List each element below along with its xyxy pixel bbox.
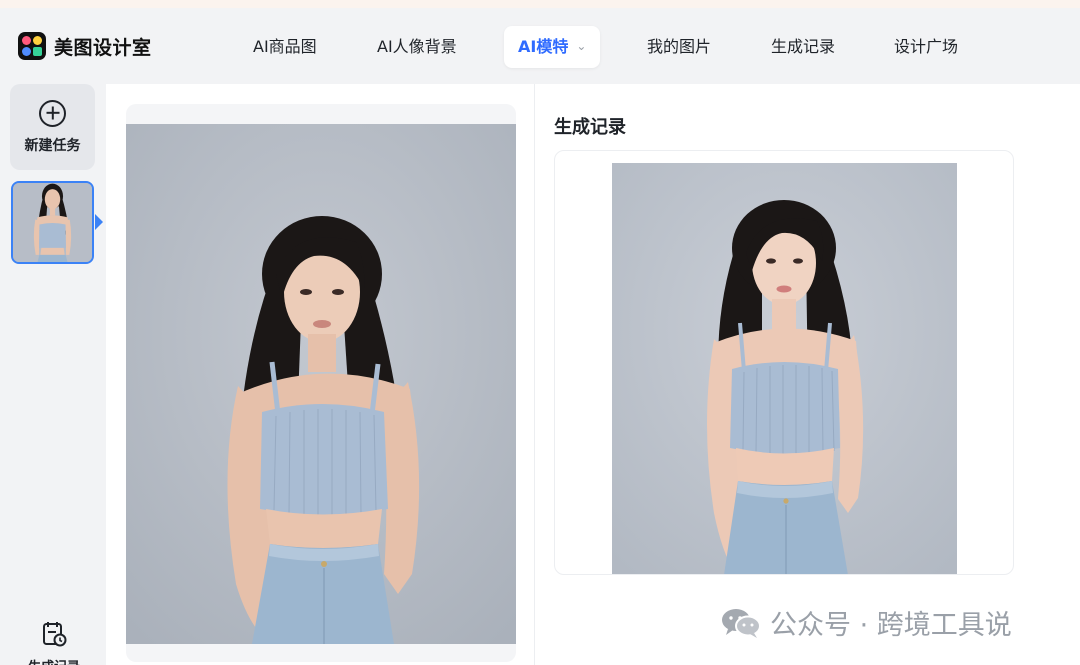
nav-item-ai-model[interactable]: AI模特 ⌄ [504,26,601,68]
history-result-card[interactable] [554,150,1014,575]
app-header: 美图设计室 AI商品图 AI人像背景 AI模特 ⌄ 我的图片 生成记录 设计广场 [0,8,1080,84]
brand-logo-icon [18,32,46,60]
top-strip [0,0,1080,8]
generated-model-image[interactable] [612,163,957,575]
brand-name: 美图设计室 [54,36,152,59]
calendar-clock-icon [43,622,67,647]
model-preview-card [126,104,516,662]
sidebar-history-button[interactable]: 生成记录 [24,620,84,665]
nav-item-design-plaza[interactable]: 设计广场 [894,26,958,68]
left-sidebar: 新建任务 生成记录 [0,84,106,665]
plus-circle-icon [39,99,66,127]
nav-item-ai-portrait-bg[interactable]: AI人像背景 [377,26,457,68]
watermark-text: 公众号 · 跨境工具说 [770,610,1012,641]
panel-divider [534,84,535,665]
nav-item-ai-product[interactable]: AI商品图 [253,26,317,68]
model-thumbnail-image [13,183,92,262]
sidebar-history-label: 生成记录 [28,656,80,665]
selected-thumbnail-pointer [95,214,103,230]
new-task-label: 新建任务 [24,137,81,154]
nav-item-my-images[interactable]: 我的图片 [647,26,711,68]
task-thumbnail[interactable] [11,181,94,264]
chevron-down-icon: ⌄ [576,39,587,53]
watermark: 公众号 · 跨境工具说 [720,603,1012,642]
model-preview-image[interactable] [126,124,516,644]
nav-item-history[interactable]: 生成记录 [771,26,835,68]
new-task-button[interactable]: 新建任务 [10,84,95,170]
wechat-icon [722,608,761,638]
brand-logo[interactable]: 美图设计室 [18,32,152,60]
nav-item-ai-model-label: AI模特 [518,37,569,56]
history-panel-title: 生成记录 [554,117,626,138]
